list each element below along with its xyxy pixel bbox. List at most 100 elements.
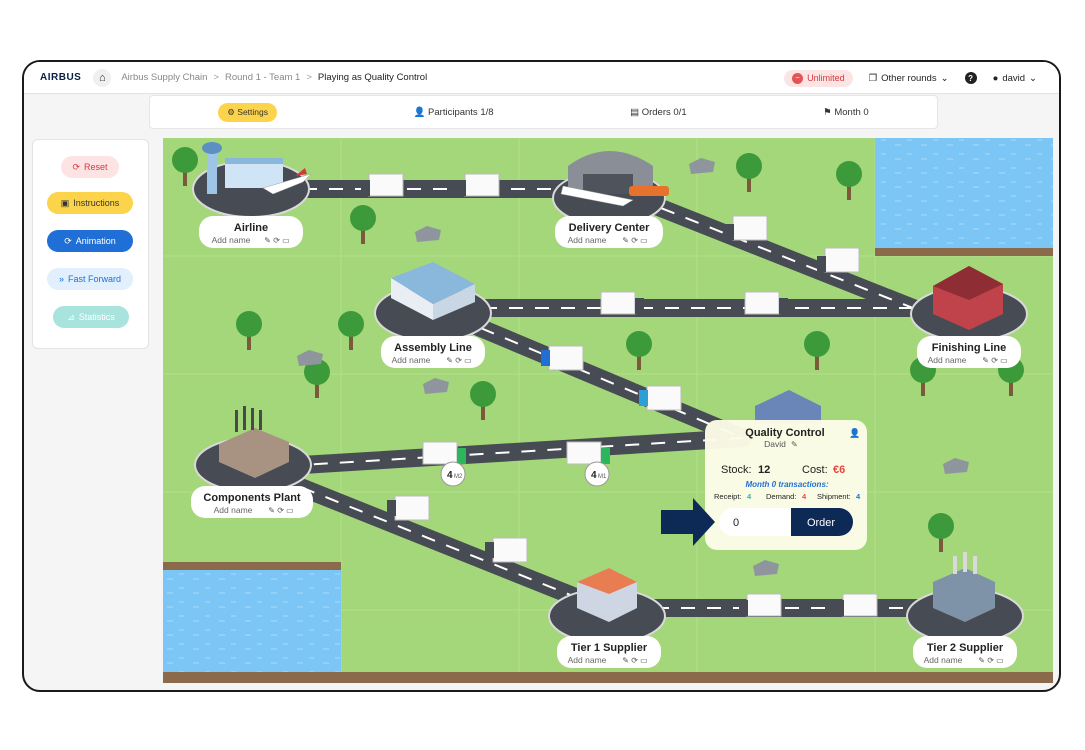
instructions-button[interactable]: ▣ Instructions bbox=[47, 192, 133, 214]
statistics-button[interactable]: ⊿ Statistics bbox=[53, 306, 129, 328]
node-name: Delivery Center bbox=[569, 222, 650, 234]
node-sub[interactable]: Add name bbox=[568, 655, 607, 665]
breadcrumb-item-1[interactable]: Airbus Supply Chain bbox=[121, 72, 207, 83]
home-icon[interactable]: ⌂ bbox=[93, 68, 112, 87]
node-sub[interactable]: Add name bbox=[392, 355, 431, 365]
refresh-icon: ⟳ bbox=[64, 235, 72, 246]
order-button[interactable]: Order bbox=[791, 508, 853, 536]
breadcrumb-item-2[interactable]: Round 1 - Team 1 bbox=[225, 72, 300, 83]
chart-icon: ⊿ bbox=[67, 311, 75, 322]
participants-status[interactable]: 👤 Participants 1/8 bbox=[414, 107, 494, 118]
orders-status[interactable]: ▤ Orders 0/1 bbox=[630, 107, 687, 118]
gear-icon: ⚙ bbox=[227, 106, 235, 117]
edit-icons[interactable]: ✎ ⟳ ▭ bbox=[268, 506, 293, 515]
node-sub[interactable]: Add name bbox=[928, 355, 967, 365]
clipboard-icon: ▤ bbox=[630, 106, 640, 118]
chevron-down-icon: ⌄ bbox=[1029, 72, 1037, 84]
node-name: Tier 2 Supplier bbox=[927, 642, 1004, 654]
edit-icons[interactable]: ✎ ⟳ ▭ bbox=[978, 656, 1003, 665]
pulse-icon: ~ bbox=[792, 72, 804, 84]
node-sub[interactable]: Add name bbox=[568, 235, 607, 245]
edit-icons[interactable]: ✎ ⟳ ▭ bbox=[264, 236, 289, 245]
cost-label: Cost: bbox=[802, 464, 828, 476]
components-plant-label[interactable]: Components Plant Add name ✎ ⟳ ▭ bbox=[191, 486, 313, 518]
book-icon: ▣ bbox=[60, 197, 70, 208]
breadcrumb-item-3: Playing as Quality Control bbox=[317, 72, 428, 83]
user-label: david bbox=[1002, 72, 1026, 84]
assembly-line-label[interactable]: Assembly Line Add name ✎ ⟳ ▭ bbox=[381, 336, 485, 368]
control-panel: ⟳ Reset ▣ Instructions ⟳ Animation » Fast Fo… bbox=[32, 139, 149, 349]
rounds-icon: ❐ bbox=[868, 72, 878, 84]
order-input[interactable]: 0 bbox=[719, 508, 793, 536]
month-status: ⚑ Month 0 bbox=[823, 107, 869, 118]
edit-icons[interactable]: ✎ ⟳ ▭ bbox=[622, 656, 647, 665]
shipment-label: Shipment: bbox=[817, 492, 851, 501]
orders-label: Orders 0/1 bbox=[641, 106, 687, 118]
edit-icons[interactable]: ✎ ⟳ ▭ bbox=[622, 236, 647, 245]
fast-forward-button[interactable]: » Fast Forward bbox=[47, 268, 133, 290]
truck-count-badge-m2: 4 M2 bbox=[440, 461, 466, 487]
order-input-value[interactable]: 0 bbox=[733, 517, 739, 529]
breadcrumb-separator: > bbox=[213, 72, 219, 83]
help-icon[interactable]: ? bbox=[964, 72, 977, 84]
fast-forward-label: Fast Forward bbox=[68, 274, 122, 284]
lake-bank-top-right bbox=[875, 248, 1053, 256]
settings-button[interactable]: ⚙ Settings bbox=[218, 102, 277, 122]
tier2-supplier-label[interactable]: Tier 2 Supplier Add name ✎ ⟳ ▭ bbox=[913, 636, 1017, 668]
airline-label[interactable]: Airline Add name ✎ ⟳ ▭ bbox=[199, 216, 303, 248]
fast-forward-icon: » bbox=[58, 274, 64, 284]
order-button-label: Order bbox=[807, 517, 835, 529]
node-name: Assembly Line bbox=[394, 342, 472, 354]
transactions-title: Month 0 transactions: bbox=[745, 480, 828, 489]
demand-label: Demand: bbox=[766, 492, 796, 501]
pencil-icon[interactable]: ✎ bbox=[791, 440, 798, 449]
cost-value: €6 bbox=[833, 464, 845, 476]
edit-icons[interactable]: ✎ ⟳ ▭ bbox=[982, 356, 1007, 365]
supply-chain-map: 4 M2 4 M1 Airline Add name ✎ ⟳ ▭ Deliver… bbox=[163, 138, 1053, 683]
delivery-center-label[interactable]: Delivery Center Add name ✎ ⟳ ▭ bbox=[555, 216, 663, 248]
app-window: AIRBUS ⌂ Airbus Supply Chain > Round 1 -… bbox=[22, 60, 1061, 692]
breadcrumb-separator: > bbox=[306, 72, 312, 83]
reset-button[interactable]: ⟳ Reset bbox=[61, 156, 119, 178]
truck-count-badge-m1: 4 M1 bbox=[584, 461, 610, 487]
map-bottom-edge bbox=[163, 672, 1053, 683]
chevron-down-icon: ⌄ bbox=[940, 72, 949, 84]
animation-label: Animation bbox=[75, 236, 116, 246]
instructions-label: Instructions bbox=[73, 198, 120, 208]
finishing-line-label[interactable]: Finishing Line Add name ✎ ⟳ ▭ bbox=[917, 336, 1021, 368]
person-icon[interactable]: 👤 bbox=[849, 427, 860, 438]
other-rounds-dropdown[interactable]: ❐ Other rounds ⌄ bbox=[869, 73, 949, 84]
node-name: Tier 1 Supplier bbox=[571, 642, 648, 654]
receipt-label: Receipt: bbox=[714, 492, 742, 501]
node-sub[interactable]: Add name bbox=[214, 505, 253, 515]
lake-bank-bottom-left bbox=[163, 562, 341, 570]
user-avatar-icon: ● bbox=[992, 72, 999, 84]
qc-title: Quality Control bbox=[745, 427, 824, 439]
user-menu[interactable]: ● david ⌄ bbox=[993, 73, 1037, 84]
lake-top-right bbox=[875, 138, 1053, 256]
node-sub[interactable]: Add name bbox=[924, 655, 963, 665]
game-status-bar: ⚙ Settings 👤 Participants 1/8 ▤ Orders 0… bbox=[149, 95, 938, 129]
person-icon: 👤 bbox=[413, 106, 426, 118]
refresh-icon: ⟳ bbox=[72, 161, 81, 172]
lake-bottom-left bbox=[163, 570, 341, 676]
unlimited-label: Unlimited bbox=[807, 73, 845, 83]
node-name: Components Plant bbox=[203, 492, 301, 504]
tier1-supplier-label[interactable]: Tier 1 Supplier Add name ✎ ⟳ ▭ bbox=[557, 636, 661, 668]
stock-label: Stock: bbox=[721, 464, 752, 476]
node-name: Finishing Line bbox=[932, 342, 1007, 354]
badge-count: 4 bbox=[591, 470, 597, 481]
badge-month: M1 bbox=[598, 474, 607, 480]
month-label: Month 0 bbox=[834, 106, 869, 118]
edit-icons[interactable]: ✎ ⟳ ▭ bbox=[446, 356, 471, 365]
qc-player: David bbox=[764, 439, 786, 449]
other-rounds-label: Other rounds bbox=[881, 72, 937, 84]
unlimited-badge[interactable]: ~ Unlimited bbox=[784, 69, 853, 87]
stock-value: 12 bbox=[758, 464, 770, 476]
participants-label: Participants 1/8 bbox=[428, 106, 494, 118]
animation-button[interactable]: ⟳ Animation bbox=[47, 230, 133, 252]
settings-label: Settings bbox=[237, 106, 268, 117]
top-right-controls: ~ Unlimited ❐ Other rounds ⌄ ? ● david ⌄ bbox=[784, 62, 1037, 94]
node-sub[interactable]: Add name bbox=[212, 235, 251, 245]
airbus-logo[interactable]: AIRBUS bbox=[40, 72, 81, 83]
